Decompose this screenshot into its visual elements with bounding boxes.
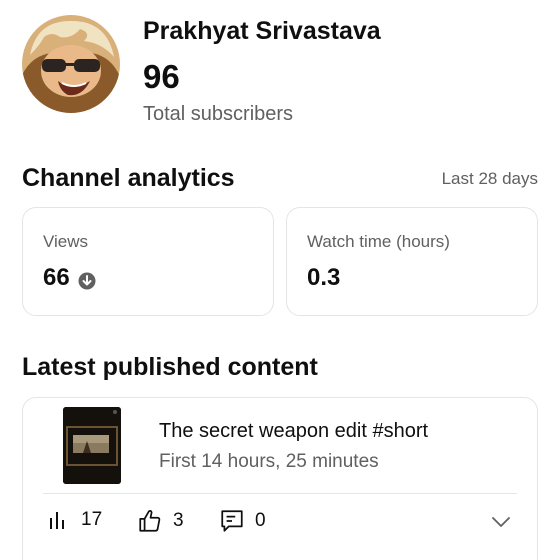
comments-stat-value: 0 [255, 510, 266, 531]
video-subtitle: First 14 hours, 25 minutes [159, 451, 379, 472]
views-value-row: 66 [43, 264, 96, 292]
video-title[interactable]: The secret weapon edit #short [159, 420, 428, 443]
views-value: 66 [43, 264, 70, 291]
views-stat-value: 17 [81, 509, 103, 530]
bar-chart-icon [50, 512, 64, 529]
subscriber-count: 96 [143, 58, 180, 95]
subscriber-label: Total subscribers [143, 103, 294, 125]
watch-time-card[interactable]: Watch time (hours) 0.3 [286, 207, 538, 316]
channel-dashboard: Prakhyat Srivastava 96 Total subscribers… [0, 0, 560, 560]
chevron-down-icon[interactable] [491, 515, 511, 534]
comment-icon [221, 510, 243, 532]
latest-video-card[interactable]: The secret weapon edit #short First 14 h… [22, 397, 538, 560]
down-arrow-circle-icon [78, 269, 96, 290]
views-card[interactable]: Views 66 [22, 207, 274, 316]
thumbs-up-icon [139, 510, 161, 532]
comments-stat: 0 [219, 508, 266, 534]
video-thumbnail[interactable] [63, 407, 121, 484]
divider [43, 493, 517, 494]
channel-avatar[interactable] [22, 15, 120, 113]
watch-time-value: 0.3 [307, 264, 341, 291]
analytics-period: Last 28 days [441, 169, 538, 188]
likes-stat: 3 [137, 508, 184, 534]
views-stat: 17 [47, 508, 102, 532]
views-label: Views [43, 232, 89, 251]
watch-time-label: Watch time (hours) [307, 232, 450, 251]
channel-name: Prakhyat Srivastava [143, 17, 381, 45]
likes-stat-value: 3 [173, 510, 184, 531]
analytics-title: Channel analytics [22, 164, 235, 192]
latest-content-title: Latest published content [22, 353, 318, 381]
